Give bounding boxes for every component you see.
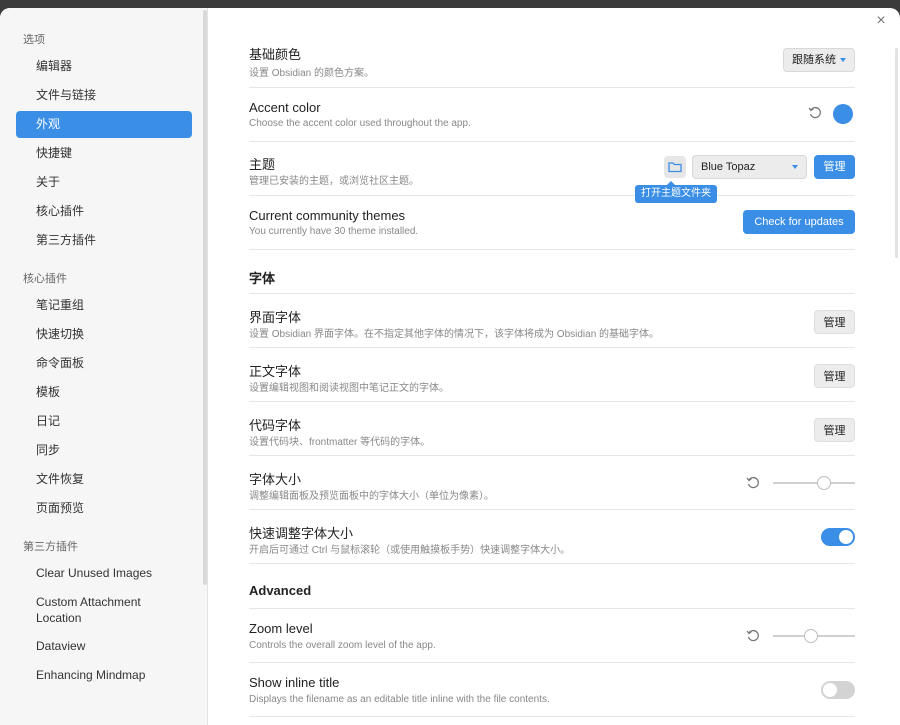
- setting-desc: 设置 Obsidian 界面字体。在不指定其他字体的情况下，该字体将成为 Obs…: [249, 329, 660, 340]
- setting-title: 正文字体: [249, 364, 302, 379]
- sidebar-item-hotkeys[interactable]: 快捷键: [16, 140, 192, 167]
- accent-color-swatch[interactable]: [833, 104, 853, 124]
- inline-title-toggle[interactable]: [821, 681, 855, 699]
- setting-theme: 主题 管理已安装的主题，或浏览社区主题。 Blue Topaz 管理: [249, 142, 855, 196]
- content-scrollbar[interactable]: [895, 48, 898, 258]
- setting-desc: You currently have 30 theme installed.: [249, 226, 419, 237]
- reset-icon[interactable]: [746, 629, 760, 643]
- sidebar-item-custom-attachment-location[interactable]: Custom Attachment Location: [16, 589, 166, 631]
- slider-thumb[interactable]: [804, 629, 818, 643]
- section-heading-advanced: Advanced: [249, 583, 312, 598]
- sidebar-item-enhancing-mindmap[interactable]: Enhancing Mindmap: [16, 662, 192, 689]
- manage-text-font-button[interactable]: 管理: [814, 364, 855, 388]
- sidebar-item-command-palette[interactable]: 命令面板: [16, 350, 192, 377]
- setting-base-color: 基础颜色 设置 Obsidian 的颜色方案。 跟随系统: [249, 38, 855, 88]
- toggle-knob: [839, 530, 853, 544]
- setting-title: 主题: [249, 157, 276, 172]
- sidebar-item-editor[interactable]: 编辑器: [16, 53, 192, 80]
- setting-desc: 管理已安装的主题，或浏览社区主题。: [249, 176, 419, 187]
- sidebar-item-sync[interactable]: 同步: [16, 437, 192, 464]
- setting-desc: Controls the overall zoom level of the a…: [249, 640, 436, 651]
- theme-dropdown[interactable]: Blue Topaz: [692, 155, 807, 179]
- setting-desc: 开启后可通过 Ctrl 与鼠标滚轮（或使用触摸板手势）快速调整字体大小。: [249, 545, 571, 556]
- setting-title: Accent color: [249, 100, 321, 115]
- sidebar-item-clear-unused-images[interactable]: Clear Unused Images: [16, 560, 192, 587]
- setting-title: 字体大小: [249, 472, 302, 487]
- setting-title: Show inline title: [249, 675, 340, 690]
- sidebar-item-quick-switcher[interactable]: 快速切换: [16, 321, 192, 348]
- setting-zoom-level: Zoom level Controls the overall zoom lev…: [249, 609, 855, 663]
- sidebar-heading-options: 选项: [23, 34, 45, 46]
- sidebar-item-community-plugins[interactable]: 第三方插件: [16, 227, 192, 254]
- sidebar-item-templates[interactable]: 模板: [16, 379, 192, 406]
- sidebar-item-about[interactable]: 关于: [16, 169, 192, 196]
- sidebar-item-note-composer[interactable]: 笔记重组: [16, 292, 192, 319]
- setting-desc: Choose the accent color used throughout …: [249, 118, 471, 129]
- setting-accent-color: Accent color Choose the accent color use…: [249, 88, 855, 142]
- sidebar-item-page-preview[interactable]: 页面预览: [16, 495, 192, 522]
- setting-desc: 设置代码块、frontmatter 等代码的字体。: [249, 437, 431, 448]
- slider-thumb[interactable]: [817, 476, 831, 490]
- sidebar-heading-core-plugins: 核心插件: [23, 273, 67, 285]
- setting-title: Current community themes: [249, 208, 406, 223]
- setting-title: 界面字体: [249, 310, 302, 325]
- sidebar-heading-community-plugins: 第三方插件: [23, 541, 78, 553]
- sidebar-item-appearance[interactable]: 外观: [16, 111, 192, 138]
- setting-desc: 设置 Obsidian 的颜色方案。: [249, 68, 375, 79]
- manage-themes-button[interactable]: 管理: [814, 155, 855, 179]
- open-theme-folder-button[interactable]: [664, 156, 686, 178]
- chevron-down-icon: [840, 58, 846, 62]
- settings-modal: 选项 编辑器 文件与链接 外观 快捷键 关于 核心插件 第三方插件 核心插件 笔…: [0, 8, 900, 725]
- setting-desc: 调整编辑面板及预览面板中的字体大小（单位为像素）。: [249, 491, 494, 502]
- setting-interface-font: 界面字体 设置 Obsidian 界面字体。在不指定其他字体的情况下，该字体将成…: [249, 294, 855, 348]
- reset-icon[interactable]: [746, 476, 760, 490]
- manage-code-font-button[interactable]: 管理: [814, 418, 855, 442]
- settings-sidebar: 选项 编辑器 文件与链接 外观 快捷键 关于 核心插件 第三方插件 核心插件 笔…: [0, 8, 208, 725]
- setting-quick-font-size: 快速调整字体大小 开启后可通过 Ctrl 与鼠标滚轮（或使用触摸板手势）快速调整…: [249, 510, 855, 564]
- manage-interface-font-button[interactable]: 管理: [814, 310, 855, 334]
- toggle-knob: [823, 683, 837, 697]
- chevron-down-icon: [792, 165, 798, 169]
- setting-inline-title: Show inline title Displays the filename …: [249, 663, 855, 717]
- sidebar-scrollbar[interactable]: [203, 10, 207, 585]
- base-color-dropdown[interactable]: 跟随系统: [783, 48, 855, 72]
- setting-title: 快速调整字体大小: [249, 526, 354, 541]
- quick-font-size-toggle[interactable]: [821, 528, 855, 546]
- setting-community-themes: Current community themes You currently h…: [249, 196, 855, 250]
- folder-icon: [668, 162, 682, 173]
- section-heading-font: 字体: [249, 271, 276, 286]
- setting-title: 基础颜色: [249, 47, 302, 62]
- setting-text-font: 正文字体 设置编辑视图和阅读视图中笔记正文的字体。 管理: [249, 348, 855, 402]
- close-icon[interactable]: ×: [874, 13, 888, 29]
- setting-desc: Displays the filename as an editable tit…: [249, 694, 550, 705]
- sidebar-item-file-recovery[interactable]: 文件恢复: [16, 466, 192, 493]
- dropdown-value: 跟随系统: [792, 54, 836, 66]
- setting-desc: 设置编辑视图和阅读视图中笔记正文的字体。: [249, 383, 449, 394]
- setting-title: Zoom level: [249, 621, 313, 636]
- sidebar-item-files-links[interactable]: 文件与链接: [16, 82, 192, 109]
- font-size-slider[interactable]: [773, 476, 855, 490]
- reset-icon[interactable]: [808, 106, 822, 120]
- setting-code-font: 代码字体 设置代码块、frontmatter 等代码的字体。 管理: [249, 402, 855, 456]
- sidebar-item-core-plugins[interactable]: 核心插件: [16, 198, 192, 225]
- setting-font-size: 字体大小 调整编辑面板及预览面板中的字体大小（单位为像素）。: [249, 456, 855, 510]
- setting-title: 代码字体: [249, 418, 302, 433]
- zoom-level-slider[interactable]: [773, 629, 855, 643]
- check-for-updates-button[interactable]: Check for updates: [743, 210, 855, 234]
- sidebar-item-dataview[interactable]: Dataview: [16, 633, 192, 660]
- sidebar-item-daily-notes[interactable]: 日记: [16, 408, 192, 435]
- dropdown-value: Blue Topaz: [701, 161, 756, 173]
